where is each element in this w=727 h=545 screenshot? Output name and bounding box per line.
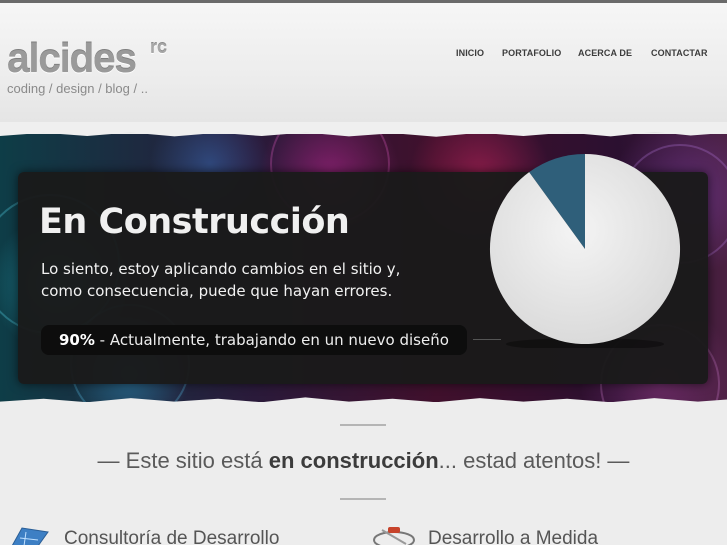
progress-description: - Actualmente, trabajando en un nuevo di… bbox=[94, 331, 449, 349]
site-logo[interactable]: alcides rc coding / design / blog / .. bbox=[7, 35, 167, 96]
blueprint-icon bbox=[11, 527, 49, 545]
logo-tagline: coding / design / blog / .. bbox=[7, 81, 148, 96]
progress-status: 90% - Actualmente, trabajando en un nuev… bbox=[41, 325, 467, 355]
message-line: como consecuencia, puede que hayan error… bbox=[41, 282, 393, 300]
logo-wordmark: alcides bbox=[7, 35, 137, 81]
divider bbox=[340, 424, 386, 426]
service-label: Consultoría de Desarrollo bbox=[64, 528, 280, 545]
site-header: alcides rc coding / design / blog / .. I… bbox=[0, 3, 727, 133]
nav-item-inicio[interactable]: INICIO bbox=[456, 48, 484, 58]
nav-item-portafolio[interactable]: PORTAFOLIO bbox=[502, 48, 561, 58]
progress-percent: 90% bbox=[59, 331, 95, 349]
nav-item-acerca-de[interactable]: ACERCA DE bbox=[578, 48, 632, 58]
page-title: En Construcción bbox=[39, 202, 350, 242]
construction-banner: En Construcción Lo siento, estoy aplican… bbox=[0, 134, 727, 402]
tools-icon bbox=[373, 527, 415, 545]
pie-slice-done bbox=[489, 153, 681, 345]
logo-superscript: rc bbox=[150, 37, 168, 57]
nav-item-contactar[interactable]: CONTACTAR bbox=[651, 48, 708, 58]
notice-emphasis: en construcción bbox=[268, 448, 439, 473]
progress-pie-chart bbox=[489, 153, 681, 348]
divider bbox=[340, 498, 386, 500]
message-line: Lo siento, estoy aplicando cambios en el… bbox=[41, 260, 401, 278]
construction-panel: En Construcción Lo siento, estoy aplican… bbox=[18, 153, 708, 384]
service-label: Desarrollo a Medida bbox=[428, 528, 599, 545]
notice-prefix: — Este sitio está bbox=[97, 448, 269, 473]
notice-suffix: ... estad atentos! — bbox=[438, 448, 630, 473]
construction-message: Lo siento, estoy aplicando cambios en el… bbox=[41, 258, 461, 302]
construction-notice: — Este sitio está en construcción... est… bbox=[0, 448, 727, 474]
